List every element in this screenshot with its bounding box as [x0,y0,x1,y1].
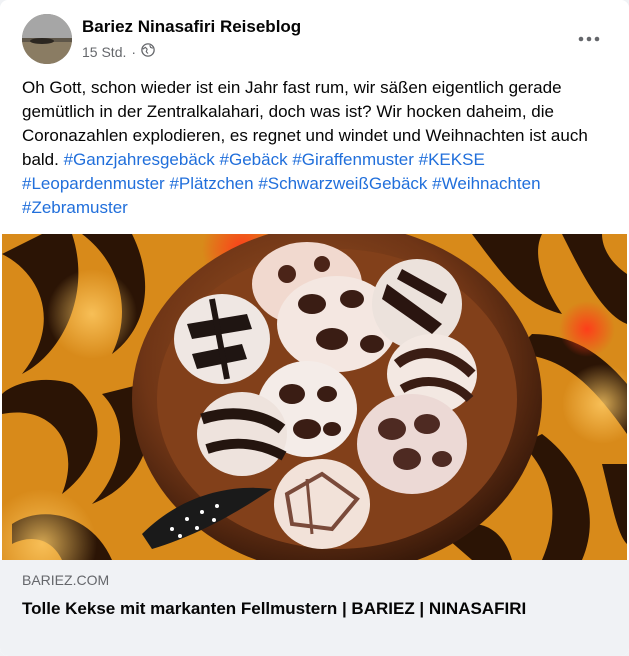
post-meta: 15 Std. · [82,43,155,60]
post-timestamp[interactable]: 15 Std. [82,44,126,60]
meta-separator: · [131,43,137,60]
avatar[interactable] [22,14,72,64]
hashtag-link[interactable]: #Plätzchen [169,174,253,193]
hashtag-link[interactable]: #Weihnachten [432,174,540,193]
hashtag-link[interactable]: #Gebäck [220,150,288,169]
hashtag-link[interactable]: #SchwarzweißGebäck [258,174,427,193]
hashtag-link[interactable]: #Zebramuster [22,198,128,217]
more-horizontal-icon [578,29,600,47]
post-body: Oh Gott, schon wieder ist ein Jahr fast … [22,76,612,220]
hashtag-link[interactable]: #Giraffenmuster [292,150,414,169]
facebook-post: Bariez Ninasafiri Reiseblog 15 Std. · Oh… [0,0,629,656]
more-options-button[interactable] [571,20,607,56]
hashtag-link[interactable]: #Ganzjahresgebäck [64,150,215,169]
hashtag-link[interactable]: #Leopardenmuster [22,174,165,193]
post-image[interactable] [2,234,627,560]
globe-icon [141,43,155,60]
post-header: Bariez Ninasafiri Reiseblog 15 Std. · [22,14,607,66]
page-name-link[interactable]: Bariez Ninasafiri Reiseblog [82,17,301,37]
link-title[interactable]: Tolle Kekse mit markanten Fellmustern | … [22,597,602,621]
link-domain: BARIEZ.COM [22,572,110,588]
link-preview[interactable]: BARIEZ.COM Tolle Kekse mit markanten Fel… [0,560,629,656]
hashtag-link[interactable]: #KEKSE [419,150,485,169]
